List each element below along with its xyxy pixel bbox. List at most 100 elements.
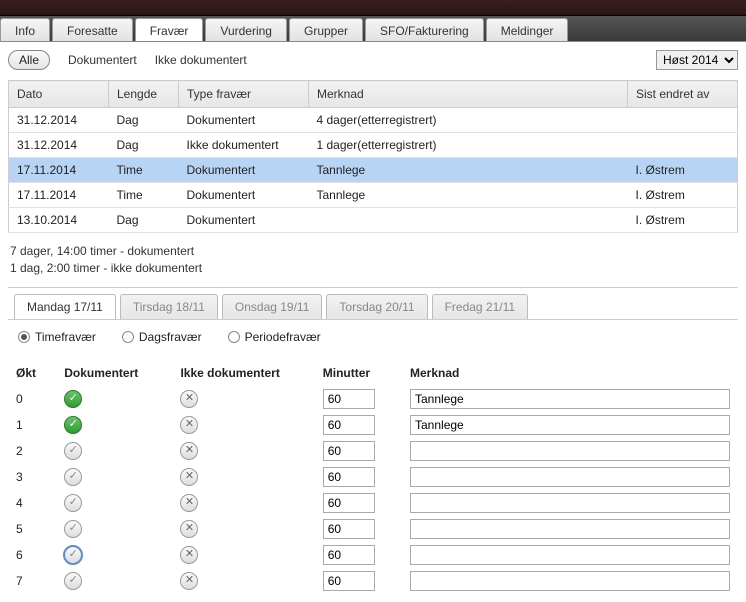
undocumented-toggle[interactable]: ✕	[180, 572, 198, 590]
documented-toggle[interactable]: ✓	[64, 546, 82, 564]
undocumented-toggle[interactable]: ✕	[180, 468, 198, 486]
minutes-input[interactable]	[323, 467, 375, 487]
filter-all-button[interactable]: Alle	[8, 50, 50, 70]
radio-dot-icon	[18, 331, 30, 343]
undocumented-toggle[interactable]: ✕	[180, 520, 198, 538]
col-editedby[interactable]: Sist endret av	[628, 81, 738, 108]
absence-table: Dato Lengde Type fravær Merknad Sist end…	[8, 80, 738, 233]
minutes-input[interactable]	[323, 441, 375, 461]
sess-col-undoc: Ikke dokumentert	[172, 360, 314, 386]
cell-note	[309, 208, 628, 233]
documented-toggle[interactable]: ✓	[64, 572, 82, 590]
cell-date: 31.12.2014	[9, 108, 109, 133]
radio-dot-icon	[228, 331, 240, 343]
radio-period[interactable]: Periodefravær	[228, 330, 321, 344]
documented-toggle[interactable]: ✓	[64, 468, 82, 486]
session-row: 6 ✓ ✕	[8, 542, 738, 568]
cell-date: 17.11.2014	[9, 183, 109, 208]
session-row: 4 ✓ ✕	[8, 490, 738, 516]
cell-length: Dag	[109, 133, 179, 158]
col-length[interactable]: Lengde	[109, 81, 179, 108]
main-tab-grupper[interactable]: Grupper	[289, 18, 363, 41]
cell-date: 17.11.2014	[9, 158, 109, 183]
col-type[interactable]: Type fravær	[179, 81, 309, 108]
documented-toggle[interactable]: ✓	[64, 416, 82, 434]
cell-note: Tannlege	[309, 183, 628, 208]
sess-col-session: Økt	[8, 360, 56, 386]
sess-col-note: Merknad	[402, 360, 738, 386]
day-tab[interactable]: Mandag 17/11	[14, 294, 116, 319]
note-input[interactable]	[410, 519, 730, 539]
note-input[interactable]	[410, 467, 730, 487]
radio-hourly[interactable]: Timefravær	[18, 330, 96, 344]
note-input[interactable]	[410, 415, 730, 435]
main-tab-sfo/fakturering[interactable]: SFO/Fakturering	[365, 18, 484, 41]
session-number: 1	[8, 412, 56, 438]
cell-type: Dokumentert	[179, 158, 309, 183]
documented-toggle[interactable]: ✓	[64, 442, 82, 460]
main-tab-vurdering[interactable]: Vurdering	[205, 18, 287, 41]
cell-type: Dokumentert	[179, 183, 309, 208]
cell-editedBy	[628, 133, 738, 158]
main-tab-foresatte[interactable]: Foresatte	[52, 18, 133, 41]
cell-length: Time	[109, 158, 179, 183]
table-row[interactable]: 17.11.2014TimeDokumentertTannlegeI. Østr…	[9, 158, 738, 183]
session-number: 4	[8, 490, 56, 516]
undocumented-toggle[interactable]: ✕	[180, 390, 198, 408]
day-tab-bar: Mandag 17/11Tirsdag 18/11Onsdag 19/11Tor…	[8, 288, 738, 319]
radio-daily-label: Dagsfravær	[139, 330, 202, 344]
undocumented-toggle[interactable]: ✕	[180, 442, 198, 460]
day-tab[interactable]: Fredag 21/11	[432, 294, 529, 319]
minutes-input[interactable]	[323, 545, 375, 565]
note-input[interactable]	[410, 545, 730, 565]
absence-type-radios: Timefravær Dagsfravær Periodefravær	[8, 319, 738, 354]
filter-undocumented-link[interactable]: Ikke dokumentert	[155, 53, 247, 67]
cell-type: Ikke dokumentert	[179, 133, 309, 158]
session-row: 7✓✕	[8, 568, 738, 594]
documented-toggle[interactable]: ✓	[64, 390, 82, 408]
day-tab[interactable]: Torsdag 20/11	[326, 294, 427, 319]
note-input[interactable]	[410, 389, 730, 409]
session-row: 3✓✕	[8, 464, 738, 490]
documented-toggle[interactable]: ✓	[64, 520, 82, 538]
session-number: 6	[8, 542, 56, 568]
main-tab-meldinger[interactable]: Meldinger	[486, 18, 569, 41]
minutes-input[interactable]	[323, 571, 375, 591]
note-input[interactable]	[410, 441, 730, 461]
col-note[interactable]: Merknad	[309, 81, 628, 108]
minutes-input[interactable]	[323, 389, 375, 409]
summary-line1: 7 dager, 14:00 timer - dokumentert	[10, 243, 736, 260]
minutes-input[interactable]	[323, 519, 375, 539]
session-table: Økt Dokumentert Ikke dokumentert Minutte…	[8, 360, 738, 594]
cell-editedBy: I. Østrem	[628, 183, 738, 208]
table-row[interactable]: 17.11.2014TimeDokumentertTannlegeI. Østr…	[9, 183, 738, 208]
col-date[interactable]: Dato	[9, 81, 109, 108]
cell-length: Dag	[109, 208, 179, 233]
note-input[interactable]	[410, 571, 730, 591]
note-input[interactable]	[410, 493, 730, 513]
filter-documented-link[interactable]: Dokumentert	[68, 53, 137, 67]
day-tab[interactable]: Tirsdag 18/11	[120, 294, 218, 319]
summary-text: 7 dager, 14:00 timer - dokumentert 1 dag…	[10, 243, 736, 277]
table-row[interactable]: 13.10.2014DagDokumentertI. Østrem	[9, 208, 738, 233]
table-row[interactable]: 31.12.2014DagDokumentert4 dager(etterreg…	[9, 108, 738, 133]
sess-col-doc: Dokumentert	[56, 360, 172, 386]
undocumented-toggle[interactable]: ✕	[180, 546, 198, 564]
summary-line2: 1 dag, 2:00 timer - ikke dokumentert	[10, 260, 736, 277]
minutes-input[interactable]	[323, 493, 375, 513]
minutes-input[interactable]	[323, 415, 375, 435]
radio-hourly-label: Timefravær	[35, 330, 96, 344]
term-select[interactable]: Høst 2014	[656, 50, 738, 70]
documented-toggle[interactable]: ✓	[64, 494, 82, 512]
cell-editedBy: I. Østrem	[628, 158, 738, 183]
table-row[interactable]: 31.12.2014DagIkke dokumentert1 dager(ett…	[9, 133, 738, 158]
sess-col-min: Minutter	[315, 360, 402, 386]
undocumented-toggle[interactable]: ✕	[180, 494, 198, 512]
window-top-bar	[0, 0, 746, 16]
undocumented-toggle[interactable]: ✕	[180, 416, 198, 434]
radio-daily[interactable]: Dagsfravær	[122, 330, 202, 344]
main-tab-fravær[interactable]: Fravær	[135, 18, 204, 41]
main-tab-bar: InfoForesatteFraværVurderingGrupperSFO/F…	[0, 16, 746, 42]
day-tab[interactable]: Onsdag 19/11	[222, 294, 323, 319]
main-tab-info[interactable]: Info	[0, 18, 50, 41]
